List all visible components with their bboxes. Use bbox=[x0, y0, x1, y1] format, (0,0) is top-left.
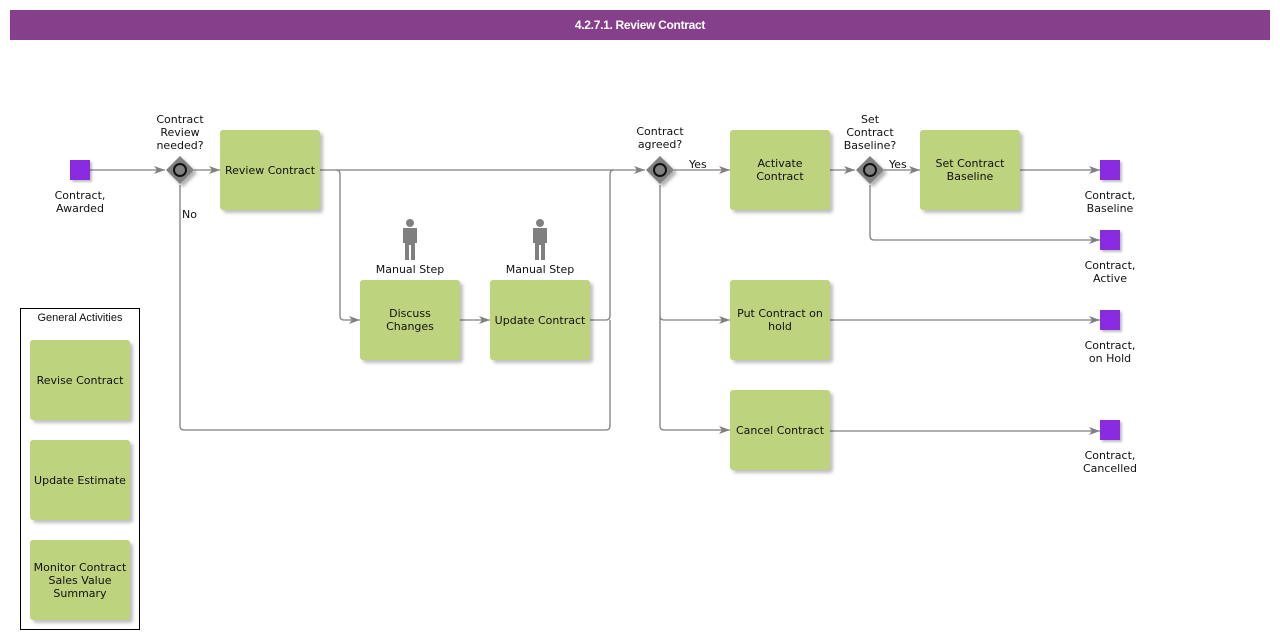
end-event-on-hold-label: Contract, on Hold bbox=[1084, 339, 1136, 365]
end-event-baseline-label: Contract, Baseline bbox=[1084, 189, 1136, 215]
task-label: Review Contract bbox=[224, 163, 316, 177]
gateway-review-needed-no-label: No bbox=[182, 208, 197, 221]
end-event-contract-cancelled[interactable] bbox=[1100, 420, 1120, 440]
gateway-set-baseline-label: Set Contract Baseline? bbox=[843, 113, 897, 152]
end-event-cancelled-label: Contract, Cancelled bbox=[1082, 449, 1138, 475]
gateway-contract-agreed-yes-label: Yes bbox=[689, 158, 707, 171]
flow-agreed-to-cancel bbox=[659, 316, 730, 434]
manual-step-person-icon bbox=[533, 219, 547, 260]
gateway-contract-agreed[interactable] bbox=[646, 156, 674, 184]
general-activities-title: General Activities bbox=[37, 312, 123, 324]
flow-agreed-to-on-hold bbox=[659, 185, 730, 324]
general-activity-monitor-sales-value[interactable]: Monitor Contract Sales Value Summary bbox=[30, 540, 130, 620]
gateway-contract-agreed-label: Contract agreed? bbox=[636, 125, 684, 151]
end-event-contract-on-hold[interactable] bbox=[1100, 310, 1120, 330]
task-put-contract-on-hold[interactable]: Put Contract on hold bbox=[730, 280, 830, 360]
task-label: Put Contract on hold bbox=[737, 307, 823, 333]
discuss-changes-annotation: Manual Step bbox=[375, 263, 445, 276]
task-label: Discuss Changes bbox=[386, 307, 434, 333]
general-activity-update-estimate[interactable]: Update Estimate bbox=[30, 440, 130, 520]
start-event-contract-awarded[interactable] bbox=[70, 160, 90, 180]
flow-update-to-agreed bbox=[590, 169, 615, 321]
task-set-contract-baseline[interactable]: Set Contract Baseline bbox=[920, 130, 1020, 210]
task-label: Update Estimate bbox=[34, 473, 126, 487]
task-label: Cancel Contract bbox=[735, 423, 825, 437]
gateway-set-baseline-yes-label: Yes bbox=[889, 158, 907, 171]
task-activate-contract[interactable]: Activate Contract bbox=[730, 130, 830, 210]
task-update-contract[interactable]: Update Contract bbox=[490, 280, 590, 360]
end-event-contract-baseline[interactable] bbox=[1100, 160, 1120, 180]
gateway-review-needed[interactable] bbox=[166, 156, 194, 184]
task-label: Activate Contract bbox=[756, 157, 804, 183]
task-label: Update Contract bbox=[494, 313, 586, 327]
task-label: Revise Contract bbox=[36, 373, 124, 387]
end-event-active-label: Contract, Active bbox=[1084, 259, 1136, 285]
manual-step-person-icon bbox=[403, 219, 417, 260]
gateway-review-needed-label: Contract Review needed? bbox=[156, 113, 204, 152]
end-event-contract-active[interactable] bbox=[1100, 230, 1120, 250]
task-review-contract[interactable]: Review Contract bbox=[220, 130, 320, 210]
task-cancel-contract[interactable]: Cancel Contract bbox=[730, 390, 830, 470]
update-contract-annotation: Manual Step bbox=[505, 263, 575, 276]
flow-review-to-discuss bbox=[335, 169, 360, 324]
task-label: Monitor Contract Sales Value Summary bbox=[33, 560, 127, 600]
connector-layer bbox=[90, 156, 1100, 435]
gateway-set-baseline[interactable] bbox=[856, 156, 884, 184]
task-label: Set Contract Baseline bbox=[935, 157, 1005, 183]
general-activity-revise-contract[interactable]: Revise Contract bbox=[30, 340, 130, 420]
start-event-label: Contract, Awarded bbox=[54, 189, 106, 215]
task-discuss-changes[interactable]: Discuss Changes bbox=[360, 280, 460, 360]
